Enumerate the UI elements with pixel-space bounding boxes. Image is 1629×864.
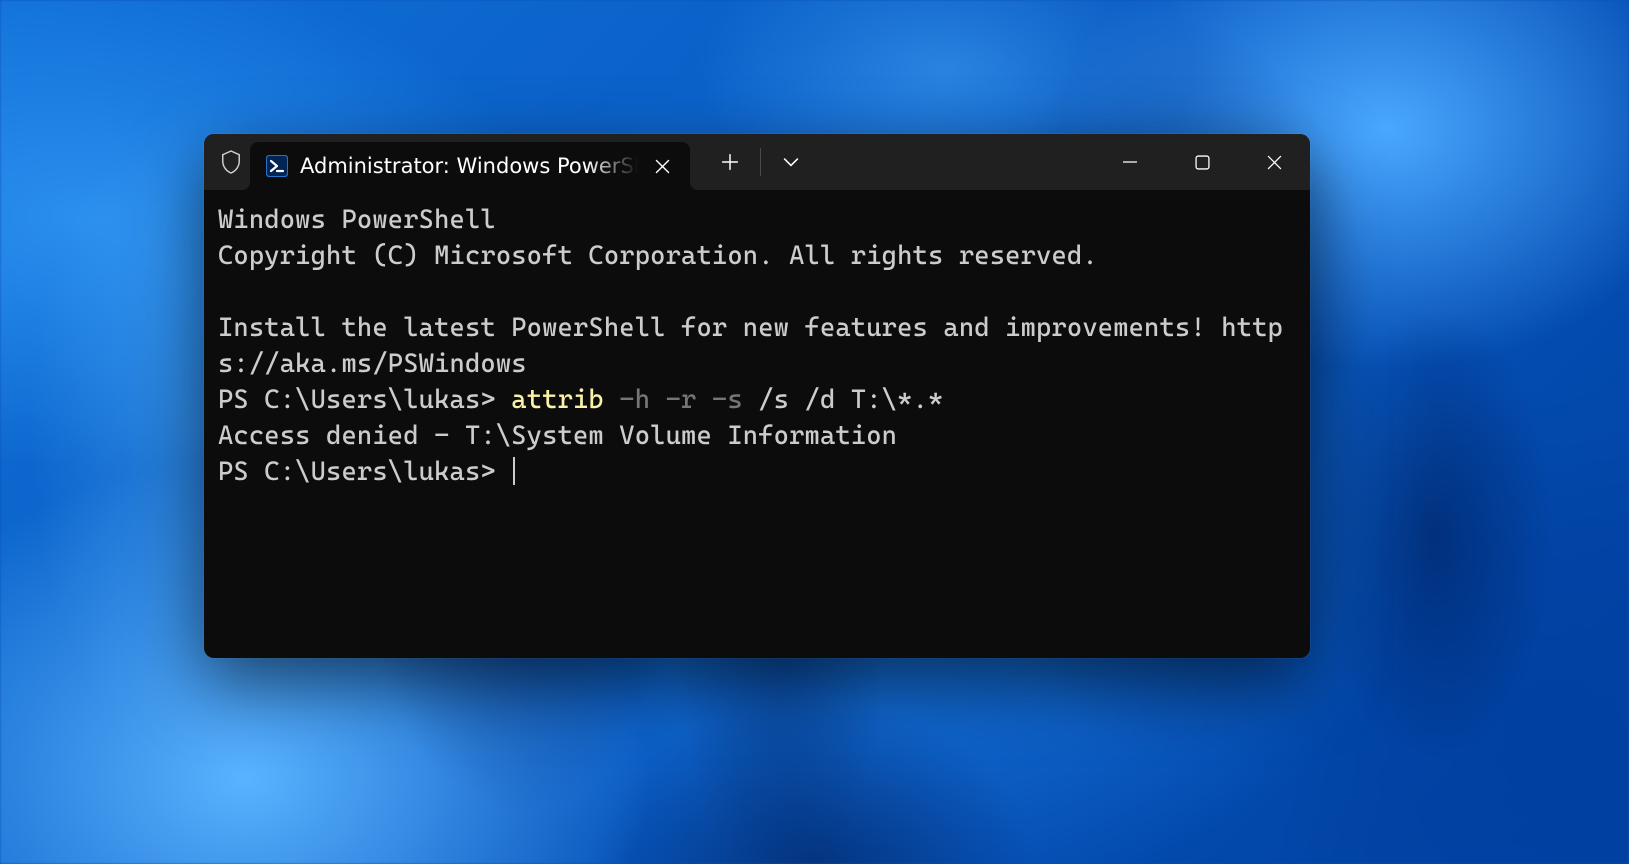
terminal-body[interactable]: Windows PowerShell Copyright (C) Microso… [204,190,1310,658]
tab-title: Administrator: Windows PowerShell [300,154,638,178]
maximize-button[interactable] [1166,134,1238,190]
terminal-command-flags: -h -r -s [604,385,743,415]
tab-dropdown-button[interactable] [763,134,819,190]
terminal-output-line: Access denied - T:\System Volume Informa… [218,421,897,451]
titlebar[interactable]: Administrator: Windows PowerShell [204,134,1310,190]
terminal-prompt: PS C:\Users\lukas> [218,457,511,487]
tab-actions [702,134,819,190]
terminal-command-args: /s /d T:\*.* [743,385,944,415]
minimize-button[interactable] [1094,134,1166,190]
terminal-window: Administrator: Windows PowerShell [204,134,1310,658]
powershell-icon [266,155,288,177]
tab-powershell[interactable]: Administrator: Windows PowerShell [250,142,690,190]
tab-action-separator [760,148,761,176]
terminal-command-name: attrib [511,385,604,415]
terminal-copyright-line: Copyright (C) Microsoft Corporation. All… [218,241,1098,271]
titlebar-drag-region[interactable] [819,134,1094,190]
terminal-cursor [513,457,515,485]
new-tab-button[interactable] [702,134,758,190]
close-button[interactable] [1238,134,1310,190]
tab-close-button[interactable] [650,154,674,178]
window-controls [1094,134,1310,190]
shield-icon [220,149,242,175]
terminal-prompt: PS C:\Users\lukas> [218,385,511,415]
terminal-install-message: Install the latest PowerShell for new fe… [218,313,1283,379]
terminal-header-line: Windows PowerShell [218,205,496,235]
